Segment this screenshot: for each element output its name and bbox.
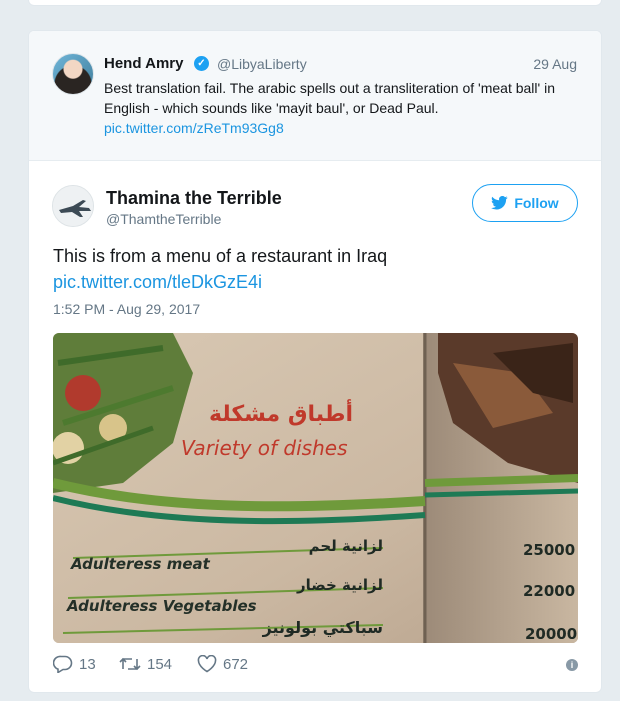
twitter-bird-icon [491,196,509,210]
author-avatar[interactable] [52,185,94,227]
retweet-action[interactable]: 154 [119,655,172,673]
verified-check-icon: ✓ [194,56,209,71]
menu-photo[interactable]: أطباق مشكلة Variety of dishes لزانية لحم… [53,333,578,643]
tweet-text: This is from a menu of a restaurant in I… [53,246,388,266]
reply-count: 13 [79,655,96,673]
menu-item-3-arabic: سباكتي بولونيز [262,618,383,638]
fighter-jet-avatar-icon [53,186,93,226]
menu-item-1-price: 25000 [523,541,575,559]
menu-item-1-arabic: لزانية لحم [309,537,383,555]
follow-button[interactable]: Follow [472,184,578,222]
quoted-tweet[interactable]: Hend Amry ✓ @LibyaLiberty 29 Aug Best tr… [29,31,601,161]
tweet-media-link[interactable]: pic.twitter.com/tleDkGzE4i [53,272,262,293]
heart-icon [197,655,217,673]
menu-item-1-english: Adulteress meat [70,555,211,573]
retweet-icon [119,657,141,671]
menu-item-2-english: Adulteress Vegetables [66,597,257,615]
reply-action[interactable]: 13 [53,655,96,673]
author-display-name[interactable]: Thamina the Terrible [106,188,282,209]
reply-icon [53,655,73,673]
info-icon[interactable]: i [566,659,578,671]
like-action[interactable]: 672 [197,655,248,673]
menu-arabic-heading: أطباق مشكلة [209,398,353,427]
follow-button-label: Follow [514,195,559,211]
quoted-author-name[interactable]: Hend Amry [104,55,183,72]
menu-photo-image: أطباق مشكلة Variety of dishes لزانية لحم… [53,333,578,643]
embedded-tweet-card: Hend Amry ✓ @LibyaLiberty 29 Aug Best tr… [28,30,602,693]
tweet-timestamp[interactable]: 1:52 PM - Aug 29, 2017 [53,301,200,317]
quoted-tweet-text: Best translation fail. The arabic spells… [104,80,555,116]
quoted-author-avatar[interactable] [52,53,94,95]
menu-heading: Variety of dishes [181,436,347,460]
menu-item-2-arabic: لزانية خضار [296,576,383,594]
quoted-author-handle[interactable]: @LibyaLiberty [217,56,307,72]
quoted-tweet-media-link[interactable]: pic.twitter.com/zReTm93Gg8 [104,120,284,136]
quoted-tweet-date[interactable]: 29 Aug [533,56,577,72]
tweet-actions: 13 154 672 i [53,655,578,677]
menu-item-3-price: 20000 [525,625,577,643]
previous-tweet-card-edge [28,0,602,6]
like-count: 672 [223,655,249,673]
author-handle[interactable]: @ThamtheTerrible [106,211,221,227]
retweet-count: 154 [147,655,173,673]
menu-item-2-price: 22000 [523,582,575,600]
